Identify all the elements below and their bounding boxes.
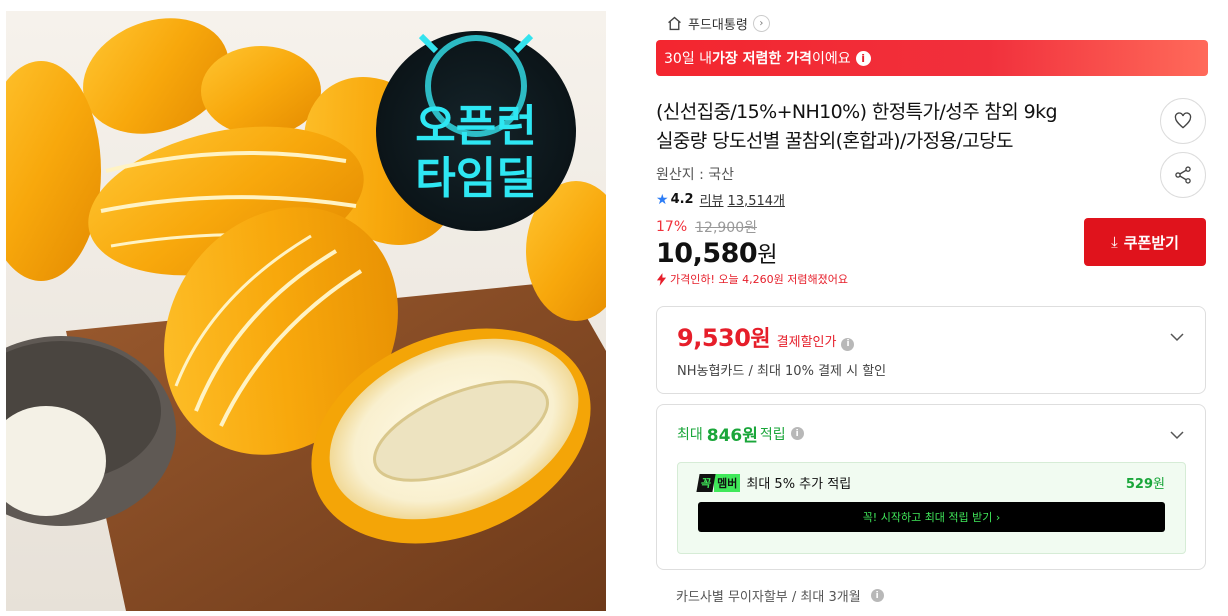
- member-benefit-box: 꼭 멤버 최대 5% 추가 적립 529원 꼭! 시작하고 최대 적립 받기 ›: [677, 462, 1186, 554]
- points-card[interactable]: 최대 846원 적립 i 꼭 멤버 최대 5% 추가 적립 529원 꼭! 시작…: [656, 404, 1206, 570]
- payment-discount-card[interactable]: 9,530 원 결제할인가 i NH농협카드 / 최대 10% 결제 시 할인: [656, 306, 1206, 394]
- product-title-line2: 실중량 당도선별 꿀참외(혼합과)/가정용/고당도: [656, 130, 1013, 152]
- download-icon: ⤓: [1111, 233, 1118, 251]
- review-count[interactable]: 13,514개: [728, 190, 785, 209]
- member-badge: 꼭 멤버: [696, 473, 741, 492]
- product-title: (신선집중/15%+NH10%) 한정특가/성주 참외 9kg 실중량 당도선별…: [656, 98, 1136, 156]
- chevron-down-icon[interactable]: [1169, 329, 1185, 345]
- product-info: 푸드대통령 › 30일 내 가장 저렴한 가격 이에요 i (신선집중/15%+…: [656, 10, 1208, 605]
- points-post: 적립: [759, 426, 786, 443]
- start-membership-button[interactable]: 꼭! 시작하고 최대 적립 받기 ›: [698, 502, 1165, 532]
- heart-icon: [1174, 112, 1192, 129]
- coupon-button[interactable]: ⤓ 쿠폰받기: [1084, 218, 1206, 266]
- banner-text-post: 이에요: [811, 51, 851, 67]
- member-row: 꼭 멤버 최대 5% 추가 적립 529원: [696, 473, 1165, 492]
- member-amount-unit: 원: [1153, 477, 1165, 492]
- info-icon[interactable]: i: [870, 589, 884, 602]
- banner-text-pre: 30일 내: [664, 51, 713, 67]
- installment-text: 카드사별 무이자할부 / 최대 3개월: [676, 590, 861, 605]
- original-price: 12,900원: [695, 220, 757, 236]
- payment-discount-label: 결제할인가: [776, 335, 837, 350]
- home-icon: [668, 16, 681, 30]
- product-title-line1: (신선집중/15%+NH10%) 한정특가/성주 참외 9kg: [656, 101, 1058, 123]
- review-label[interactable]: 리뷰: [700, 190, 724, 209]
- member-badge-right: 멤버: [714, 473, 741, 492]
- badge-text-2: 타임딜: [415, 153, 536, 204]
- price-drop-note: 가격인하! 오늘 4,260원 저렴해졌어요: [656, 271, 1208, 287]
- origin-text: 원산지 : 국산: [656, 167, 735, 183]
- breadcrumb-label[interactable]: 푸드대통령: [688, 14, 748, 33]
- wishlist-button[interactable]: [1160, 98, 1206, 144]
- member-amount-value: 529: [1125, 477, 1154, 492]
- member-amount: 529원: [1126, 473, 1165, 492]
- price-drop-text: 가격인하! 오늘 4,260원 저렴해졌어요: [670, 273, 848, 286]
- points-pre: 최대: [677, 426, 703, 443]
- payment-discount-sub: NH농협카드 / 최대 10% 결제 시 할인: [677, 364, 887, 379]
- info-icon[interactable]: i: [841, 337, 855, 351]
- share-icon: [1175, 166, 1191, 184]
- share-button[interactable]: [1160, 152, 1206, 198]
- rating-row[interactable]: ★ 4.2 리뷰 13,514개: [656, 190, 1208, 210]
- badge-text-1: 오픈런: [415, 101, 536, 152]
- info-icon[interactable]: i: [855, 50, 871, 66]
- product-image[interactable]: 오픈런 타임딜: [6, 11, 606, 611]
- sale-price-unit: 원: [757, 243, 777, 268]
- chevron-right-icon[interactable]: ›: [752, 14, 770, 32]
- lowest-price-banner: 30일 내 가장 저렴한 가격 이에요 i: [656, 40, 1208, 76]
- points-amount: 846원: [706, 426, 758, 446]
- info-icon[interactable]: i: [790, 427, 804, 440]
- payment-discount-price: 9,530 원 결제할인가 i: [677, 321, 1185, 353]
- rating-score: 4.2: [670, 192, 694, 207]
- product-page: 오픈런 타임딜 푸드대통령 › 30일 내 가장 저렴한 가격 이에요 i (신…: [0, 0, 1228, 616]
- payment-discount-unit: 원: [750, 327, 771, 352]
- installment-info[interactable]: 카드사별 무이자할부 / 최대 3개월 i: [676, 586, 884, 605]
- member-text: 최대 5% 추가 적립: [746, 477, 852, 492]
- sale-price-amount: 10,580: [656, 238, 758, 269]
- breadcrumb[interactable]: 푸드대통령 ›: [656, 10, 1208, 36]
- coupon-button-label: 쿠폰받기: [1123, 233, 1179, 252]
- member-badge-left: 꼭: [696, 473, 716, 492]
- banner-text-bold: 가장 저렴한 가격: [712, 51, 812, 67]
- melon-photo: 오픈런 타임딜: [6, 11, 606, 611]
- payment-discount-amount: 9,530: [677, 324, 751, 352]
- bolt-icon: [656, 272, 667, 286]
- discount-percent: 17%: [656, 219, 688, 235]
- points-title: 최대 846원 적립 i: [677, 421, 1185, 446]
- chevron-down-icon[interactable]: [1169, 427, 1185, 443]
- star-icon: ★: [656, 191, 669, 208]
